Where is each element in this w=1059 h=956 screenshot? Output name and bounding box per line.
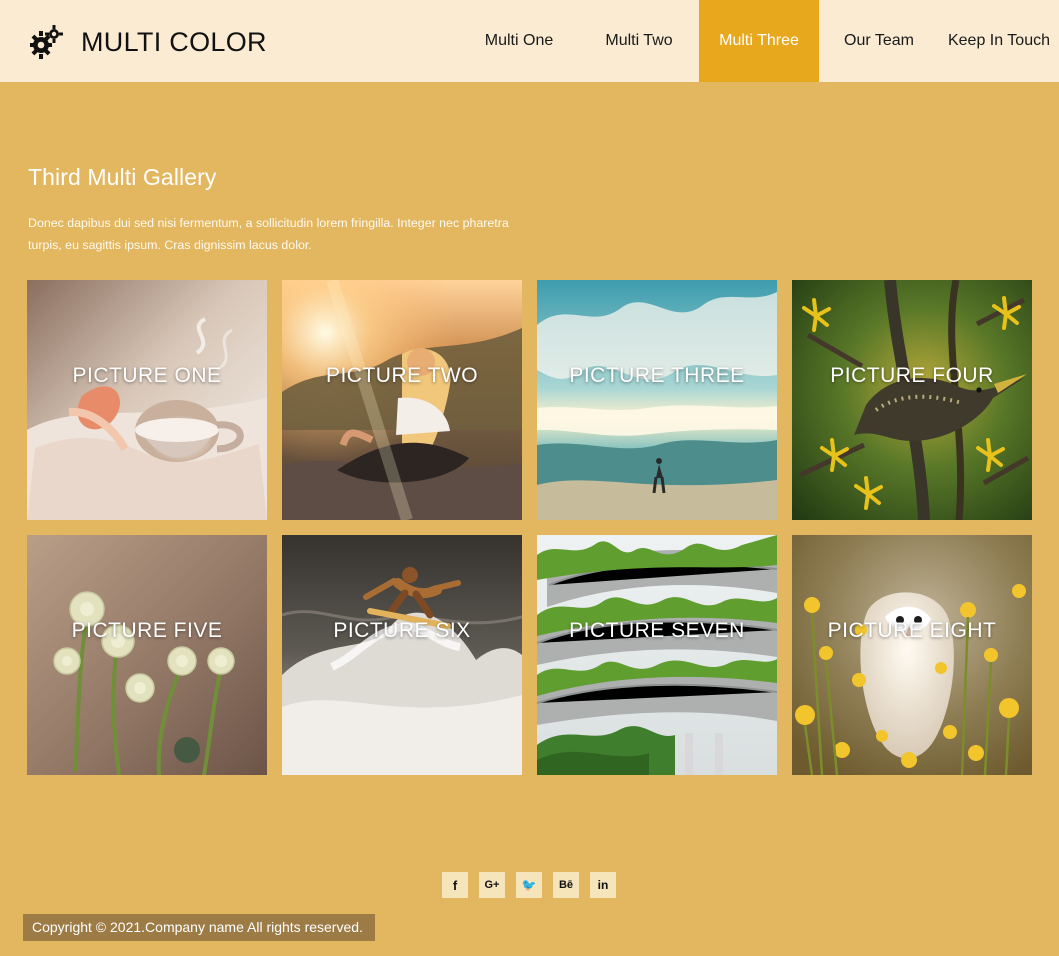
picture-three-label: PICTURE THREE: [569, 364, 745, 387]
gears-icon: [30, 25, 63, 59]
gallery-item-picture-eight[interactable]: PICTURE EIGHT: [792, 535, 1032, 775]
picture-two-label: PICTURE TWO: [325, 364, 479, 387]
picture-three-image: [537, 280, 777, 520]
facebook-icon[interactable]: f: [442, 872, 468, 898]
gallery-item-picture-three[interactable]: PICTURE THREE: [537, 280, 777, 520]
picture-four-label: PICTURE FOUR: [830, 364, 994, 387]
picture-six-label: PICTURE SIX: [333, 619, 471, 642]
site-header: MULTI COLOR Multi One Multi Two Multi Th…: [0, 0, 1059, 82]
nav-item-multi-two[interactable]: Multi Two: [579, 0, 699, 82]
picture-seven-image: [537, 535, 777, 775]
picture-one-label: PICTURE ONE: [72, 364, 222, 387]
linkedin-icon[interactable]: in: [590, 872, 616, 898]
brand-title: MULTI COLOR: [81, 26, 267, 57]
picture-seven-label: PICTURE SEVEN: [569, 619, 745, 642]
picture-eight-label: PICTURE EIGHT: [827, 619, 997, 642]
nav-item-multi-one[interactable]: Multi One: [459, 0, 579, 82]
copyright-notice: Copyright © 2021.Company name All rights…: [23, 914, 375, 941]
picture-five-label: PICTURE FIVE: [71, 619, 223, 642]
gallery-item-picture-two[interactable]: PICTURE TWO: [282, 280, 522, 520]
gallery-description: Donec dapibus dui sed nisi fermentum, a …: [28, 216, 509, 252]
twitter-icon[interactable]: 🐦: [516, 872, 542, 898]
nav-item-our-team[interactable]: Our Team: [819, 0, 939, 82]
nav-item-keep-in-touch[interactable]: Keep In Touch: [939, 0, 1059, 82]
picture-eight-image: [792, 535, 1032, 775]
main-navigation: Multi One Multi Two Multi Three Our Team…: [459, 0, 1059, 82]
behance-icon[interactable]: Bē: [553, 872, 579, 898]
picture-gallery: PICTURE ONE PICTURE TWO PICTURE THREE PI…: [27, 280, 1032, 775]
gallery-item-picture-one[interactable]: PICTURE ONE: [27, 280, 267, 520]
gallery-item-picture-six[interactable]: PICTURE SIX: [282, 535, 522, 775]
google-plus-icon[interactable]: G+: [479, 872, 505, 898]
picture-six-image: [282, 535, 522, 775]
gallery-item-picture-five[interactable]: PICTURE FIVE: [27, 535, 267, 775]
picture-two-image: [282, 280, 522, 520]
gallery-heading: Third Multi Gallery: [28, 164, 217, 190]
picture-five-image: [27, 535, 267, 775]
picture-one-image: [27, 280, 267, 520]
gallery-item-picture-seven[interactable]: PICTURE SEVEN: [537, 535, 777, 775]
brand[interactable]: MULTI COLOR: [29, 24, 267, 60]
social-links: f G+ 🐦 Bē in: [442, 872, 616, 898]
picture-four-image: [792, 280, 1032, 520]
gallery-item-picture-four[interactable]: PICTURE FOUR: [792, 280, 1032, 520]
nav-item-multi-three[interactable]: Multi Three: [699, 0, 819, 82]
